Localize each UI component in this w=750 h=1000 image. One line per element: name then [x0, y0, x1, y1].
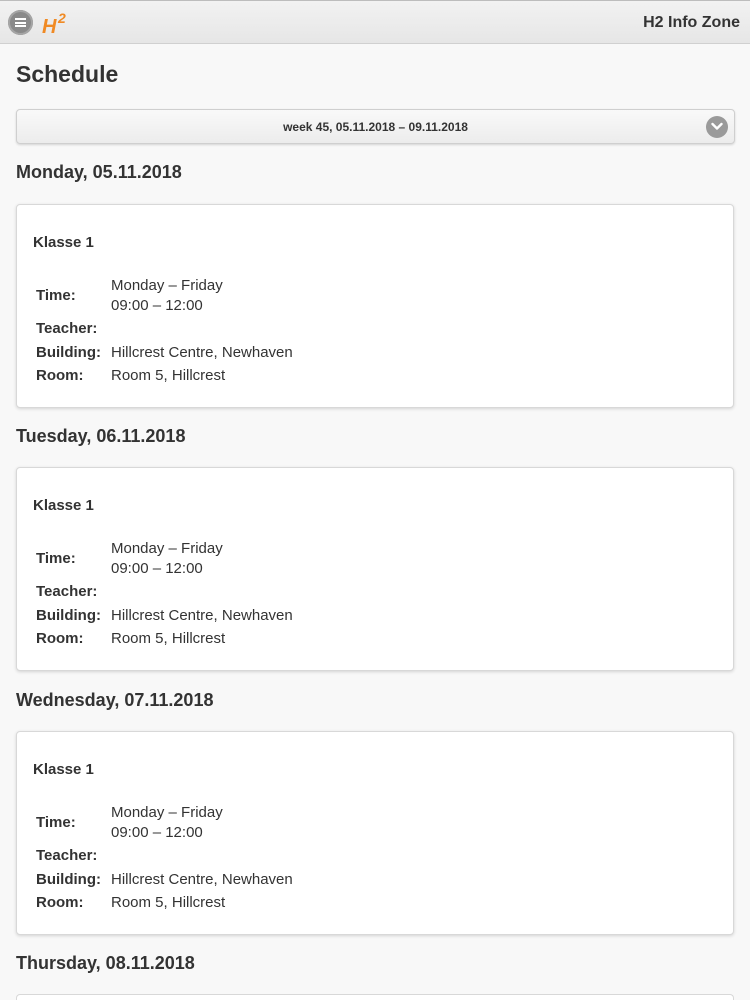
building-value: Hillcrest Centre, Newhaven [111, 607, 293, 624]
class-name: Klasse 1 [33, 234, 94, 251]
building-label: Building: [36, 607, 101, 624]
teacher-label: Teacher: [36, 320, 98, 337]
page-title: Schedule [16, 61, 119, 87]
class-name: Klasse 1 [33, 497, 94, 514]
room-value: Room 5, Hillcrest [111, 367, 226, 384]
week-select[interactable]: week 45, 05.11.2018 – 09.11.2018 [16, 109, 735, 144]
day-heading-tuesday: Tuesday, 06.11.2018 [16, 426, 186, 446]
teacher-label: Teacher: [36, 583, 98, 600]
teacher-label: Teacher: [36, 847, 98, 864]
class-name: Klasse 1 [33, 761, 94, 778]
time-label: Time: [36, 550, 76, 567]
room-label: Room: [36, 630, 84, 647]
time-label: Time: [36, 287, 76, 304]
time-hours: 09:00 – 12:00 [111, 824, 203, 841]
building-value: Hillcrest Centre, Newhaven [111, 871, 293, 888]
svg-text:H: H [42, 16, 57, 36]
time-days: Monday – Friday [111, 540, 223, 557]
time-hours: 09:00 – 12:00 [111, 297, 203, 314]
building-label: Building: [36, 871, 101, 888]
chevron-down-icon[interactable] [706, 116, 728, 138]
building-label: Building: [36, 344, 101, 361]
schedule-card-monday[interactable]: Klasse 1 Time: Monday – Friday 09:00 – 1… [16, 204, 734, 408]
room-label: Room: [36, 367, 84, 384]
schedule-card-wednesday[interactable]: Klasse 1 Time: Monday – Friday 09:00 – 1… [16, 731, 734, 935]
time-days: Monday – Friday [111, 277, 223, 294]
building-value: Hillcrest Centre, Newhaven [111, 344, 293, 361]
top-bar: H 2 H2 Info Zone [0, 0, 750, 44]
time-days: Monday – Friday [111, 804, 223, 821]
schedule-card-thursday[interactable] [16, 994, 734, 1000]
room-value: Room 5, Hillcrest [111, 894, 226, 911]
room-value: Room 5, Hillcrest [111, 630, 226, 647]
svg-text:2: 2 [57, 10, 66, 26]
schedule-card-tuesday[interactable]: Klasse 1 Time: Monday – Friday 09:00 – 1… [16, 467, 734, 671]
time-hours: 09:00 – 12:00 [111, 560, 203, 577]
day-heading-thursday: Thursday, 08.11.2018 [16, 953, 195, 973]
h2-logo[interactable]: H 2 [41, 10, 81, 36]
menu-icon[interactable] [8, 10, 33, 35]
app-title: H2 Info Zone [643, 14, 740, 31]
day-heading-monday: Monday, 05.11.2018 [16, 162, 182, 182]
time-label: Time: [36, 814, 76, 831]
room-label: Room: [36, 894, 84, 911]
week-select-value: week 45, 05.11.2018 – 09.11.2018 [283, 120, 468, 134]
day-heading-wednesday: Wednesday, 07.11.2018 [16, 690, 214, 710]
